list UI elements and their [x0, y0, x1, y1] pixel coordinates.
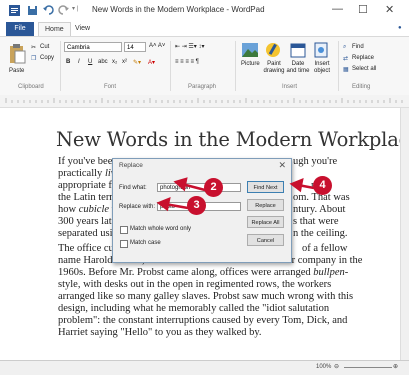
quick-access-dropdown-icon[interactable]: ▾ |: [72, 5, 78, 12]
bold-icon[interactable]: B: [66, 59, 70, 65]
callout-4: 4: [313, 176, 332, 195]
minimize-button[interactable]: —: [332, 3, 343, 15]
indent-icons[interactable]: ⇤ ⇥ ☰▾ ↕▾: [175, 43, 204, 50]
select-all-button[interactable]: Select all: [352, 66, 376, 72]
window-title: New Words in the Modern Workplace - Word…: [92, 5, 265, 14]
copy-icon[interactable]: ❐: [31, 55, 36, 62]
save-icon[interactable]: [26, 4, 39, 17]
separator: [235, 41, 236, 91]
redo-icon[interactable]: [57, 4, 70, 17]
vertical-scrollbar[interactable]: [400, 108, 409, 360]
paint-drawing-button[interactable]: Paint drawing: [262, 61, 286, 75]
highlight-icon[interactable]: ✎▾: [133, 59, 141, 66]
italic-icon[interactable]: I: [78, 59, 80, 65]
cut-button[interactable]: Cut: [40, 44, 49, 50]
replace-ribbon-button[interactable]: Replace: [352, 55, 374, 61]
title-bar: ▾ | New Words in the Modern Workplace - …: [0, 0, 409, 23]
separator: [60, 41, 61, 91]
dialog-close-icon[interactable]: ✕: [278, 160, 286, 171]
wordpad-app-icon: [9, 5, 20, 16]
help-icon[interactable]: ●: [398, 25, 402, 31]
match-whole-word-checkbox[interactable]: [120, 226, 128, 234]
match-whole-word-label: Match whole word only: [130, 226, 192, 232]
text-line: style, with desks out in the open in reg…: [58, 279, 332, 290]
undo-icon[interactable]: [42, 4, 55, 17]
font-size-select[interactable]: 14: [124, 42, 146, 52]
status-bar: 100% ⊖ ⊕: [0, 360, 409, 375]
subscript-icon[interactable]: x₂: [112, 59, 117, 65]
paint-drawing-icon[interactable]: [265, 42, 281, 58]
callout-3: 3: [187, 196, 206, 215]
ruler-ticks: [5, 98, 403, 103]
ribbon: Paste ✂ Cut ❐ Copy Clipboard Cambria 14 …: [0, 36, 409, 96]
date-time-button[interactable]: Date and time: [286, 61, 310, 75]
text-line: problem": the constant interruptions cau…: [58, 315, 348, 326]
paragraph-1-right: ugh you're n the om. That was ntury. Abo…: [293, 156, 363, 240]
maximize-button[interactable]: ☐: [358, 3, 368, 16]
callout-2: 2: [204, 178, 223, 197]
text-line: design, including what he memorably call…: [58, 303, 330, 314]
find-next-button[interactable]: Find Next: [247, 181, 284, 193]
group-label-insert: Insert: [282, 84, 298, 90]
group-label-paragraph: Paragraph: [188, 84, 217, 90]
match-case-label: Match case: [130, 240, 161, 246]
insert-object-icon[interactable]: [313, 42, 329, 58]
find-what-label: Find what:: [119, 185, 147, 191]
ruler[interactable]: [0, 95, 409, 108]
font-grow-shrink-icons[interactable]: A˄ A˅: [149, 43, 165, 49]
superscript-icon[interactable]: x²: [122, 59, 127, 65]
tab-view[interactable]: View: [75, 22, 90, 36]
find-icon[interactable]: ⌕: [343, 44, 346, 51]
select-all-icon[interactable]: ▦: [343, 66, 349, 73]
zoom-in-icon[interactable]: ⊕: [393, 363, 398, 370]
copy-button[interactable]: Copy: [40, 55, 54, 61]
paste-button[interactable]: Paste: [9, 68, 24, 74]
cut-icon[interactable]: ✂: [31, 44, 36, 51]
replace-with-label: Replace with:: [119, 204, 156, 210]
text-line: ugh you're: [293, 156, 338, 167]
group-label-editing: Editing: [352, 84, 371, 90]
group-label-clipboard: Clipboard: [18, 84, 44, 90]
find-button[interactable]: Find: [352, 44, 364, 50]
strikethrough-icon[interactable]: abc: [98, 59, 108, 65]
close-button[interactable]: ✕: [385, 3, 394, 16]
separator: [338, 41, 339, 91]
zoom-slider[interactable]: [344, 367, 392, 368]
tab-home[interactable]: Home: [38, 22, 71, 37]
replace-icon[interactable]: ⇄: [343, 55, 348, 62]
match-case-checkbox[interactable]: [120, 240, 128, 248]
picture-icon[interactable]: [242, 43, 258, 57]
zoom-out-icon[interactable]: ⊖: [334, 363, 339, 370]
text-line: of a fellow: [302, 243, 348, 254]
tab-file[interactable]: File: [6, 22, 34, 36]
date-time-icon[interactable]: [290, 42, 306, 58]
find-what-input[interactable]: photograph: [157, 183, 241, 192]
text-line: s that were: [293, 216, 339, 227]
picture-button[interactable]: Picture: [241, 61, 260, 67]
font-family-select[interactable]: Cambria: [64, 42, 122, 52]
text-line: Harriet saying "Hello" to you as they wa…: [58, 327, 262, 338]
replace-button[interactable]: Replace: [247, 199, 284, 211]
alignment-icons[interactable]: ≡ ≡ ≡ ≡ ¶: [175, 59, 199, 65]
font-color-icon[interactable]: A▾: [148, 59, 155, 66]
cancel-button[interactable]: Cancel: [247, 234, 284, 246]
paste-icon[interactable]: [8, 43, 26, 65]
document-heading: New Words in the Modern Workplace: [56, 128, 409, 151]
paragraph-2-right: of a fellow: [302, 243, 362, 255]
insert-object-button[interactable]: Insert object: [311, 61, 333, 75]
text-line: om. That was: [293, 192, 350, 203]
text-line: 1960s. Before Mr. Probst came along, off…: [58, 267, 349, 278]
dialog-title: Replace: [119, 162, 143, 169]
zoom-level: 100%: [316, 364, 332, 370]
text-line: n the ceiling.: [293, 228, 348, 239]
underline-icon[interactable]: U: [88, 59, 92, 65]
text-line: ntury. About: [293, 204, 346, 215]
group-label-font: Font: [104, 84, 117, 90]
replace-all-button[interactable]: Replace All: [247, 216, 284, 228]
ribbon-tabs: File Home View ●: [0, 22, 409, 37]
text-line: arranged like so many galley slaves. Pro…: [58, 291, 354, 302]
separator: [170, 41, 171, 91]
